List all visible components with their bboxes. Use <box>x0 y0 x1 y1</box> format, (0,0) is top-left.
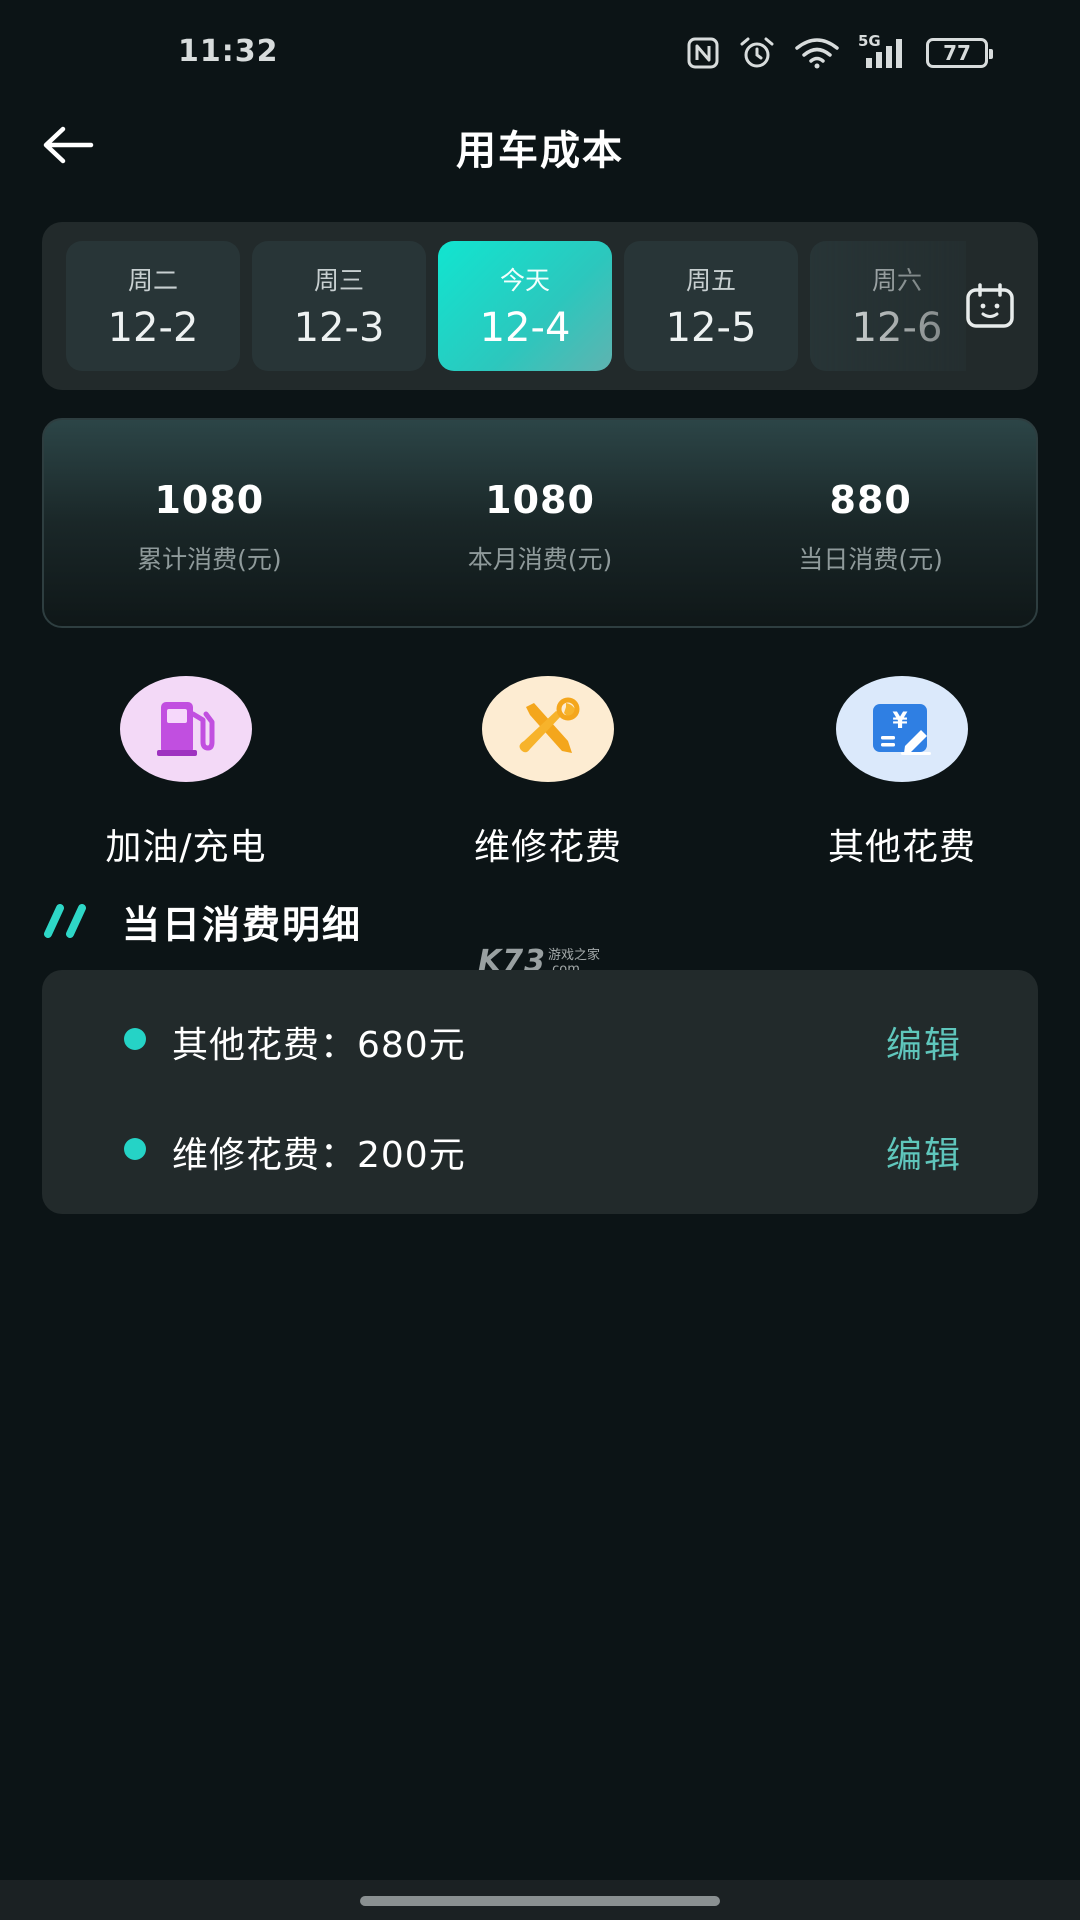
date-day: 12-4 <box>479 305 571 351</box>
date-item[interactable]: 周二 12-2 <box>66 241 240 371</box>
date-scroller[interactable]: 周二 12-2 周三 12-3 今天 12-4 周五 12-5 周六 12-6 <box>66 241 966 371</box>
header: 用车成本 <box>0 110 1080 180</box>
nfc-icon <box>686 36 720 70</box>
summary-label: 累计消费(元) <box>137 545 282 574</box>
double-slash-icon <box>44 904 86 938</box>
summary-value: 1080 <box>154 478 265 522</box>
date-weekday: 周五 <box>685 266 736 295</box>
expense-text: 其他花费：680元 <box>172 1025 466 1066</box>
summary-label: 本月消费(元) <box>467 545 613 574</box>
detail-section-header: 当日消费明细 <box>42 896 363 947</box>
date-day: 12-5 <box>665 305 757 351</box>
bullet-dot <box>124 1028 146 1050</box>
date-weekday: 周三 <box>313 266 364 295</box>
alarm-icon <box>738 36 776 70</box>
date-item[interactable]: 周三 12-3 <box>252 241 426 371</box>
calendar-icon <box>966 283 1014 328</box>
date-day: 12-6 <box>851 305 943 351</box>
edit-button[interactable]: 编辑 <box>886 1016 962 1068</box>
status-icons: 5G 77 <box>686 32 993 70</box>
svg-text:¥: ¥ <box>892 709 908 734</box>
summary-value: 880 <box>829 478 912 522</box>
summary-month: 1080 本月消费(元) <box>375 420 706 626</box>
expense-text: 维修花费：200元 <box>172 1135 466 1176</box>
calendar-button[interactable] <box>962 278 1018 334</box>
summary-total: 1080 累计消费(元) <box>44 420 375 626</box>
status-bar: 11:32 5G 77 <box>0 0 1080 110</box>
date-day: 12-2 <box>107 305 199 351</box>
summary-card: 1080 累计消费(元) 1080 本月消费(元) 880 当日消费(元) <box>42 418 1038 628</box>
category-other[interactable]: ¥ 其他花费 <box>772 676 1032 870</box>
wrench-screwdriver-icon <box>482 676 614 782</box>
list-item: 其他花费：680元 编辑 <box>42 1008 1038 1068</box>
home-indicator[interactable] <box>360 1896 720 1906</box>
date-item[interactable]: 周五 12-5 <box>624 241 798 371</box>
date-item-selected[interactable]: 今天 12-4 <box>438 241 612 371</box>
yuan-bill-icon: ¥ <box>836 676 968 782</box>
edit-button[interactable]: 编辑 <box>886 1126 962 1178</box>
battery-level: 77 <box>943 41 971 65</box>
date-weekday: 周六 <box>871 266 922 295</box>
battery-icon: 77 <box>926 38 993 68</box>
list-item: 维修花费：200元 编辑 <box>42 1118 1038 1178</box>
fuel-pump-icon <box>120 676 252 782</box>
date-weekday: 今天 <box>499 266 550 295</box>
status-time: 11:32 <box>178 34 279 69</box>
date-strip: 周二 12-2 周三 12-3 今天 12-4 周五 12-5 周六 12-6 <box>42 222 1038 390</box>
section-title: 当日消费明细 <box>122 902 363 947</box>
category-label: 其他花费 <box>827 827 976 868</box>
date-day: 12-3 <box>293 305 385 351</box>
category-buttons: 加油/充电 维修花费 ¥ 其他花费 <box>0 676 1080 876</box>
summary-label: 当日消费(元) <box>798 545 943 574</box>
bullet-dot <box>124 1138 146 1160</box>
wifi-icon <box>794 37 840 69</box>
date-item[interactable]: 周六 12-6 <box>810 241 966 371</box>
page-title: 用车成本 <box>456 128 624 174</box>
watermark-line1: 游戏之家 <box>548 948 601 963</box>
date-track: 周二 12-2 周三 12-3 今天 12-4 周五 12-5 周六 12-6 <box>66 241 966 371</box>
category-fuel-charge[interactable]: 加油/充电 <box>56 676 316 870</box>
date-weekday: 周二 <box>127 266 178 295</box>
category-label: 加油/充电 <box>105 827 267 868</box>
summary-value: 1080 <box>485 478 595 522</box>
cellular-signal-icon: 5G <box>858 32 908 70</box>
category-label: 维修花费 <box>473 827 622 868</box>
detail-card: 其他花费：680元 编辑 维修花费：200元 编辑 <box>42 970 1038 1214</box>
summary-day: 880 当日消费(元) <box>705 420 1036 626</box>
category-repair[interactable]: 维修花费 <box>418 676 678 870</box>
